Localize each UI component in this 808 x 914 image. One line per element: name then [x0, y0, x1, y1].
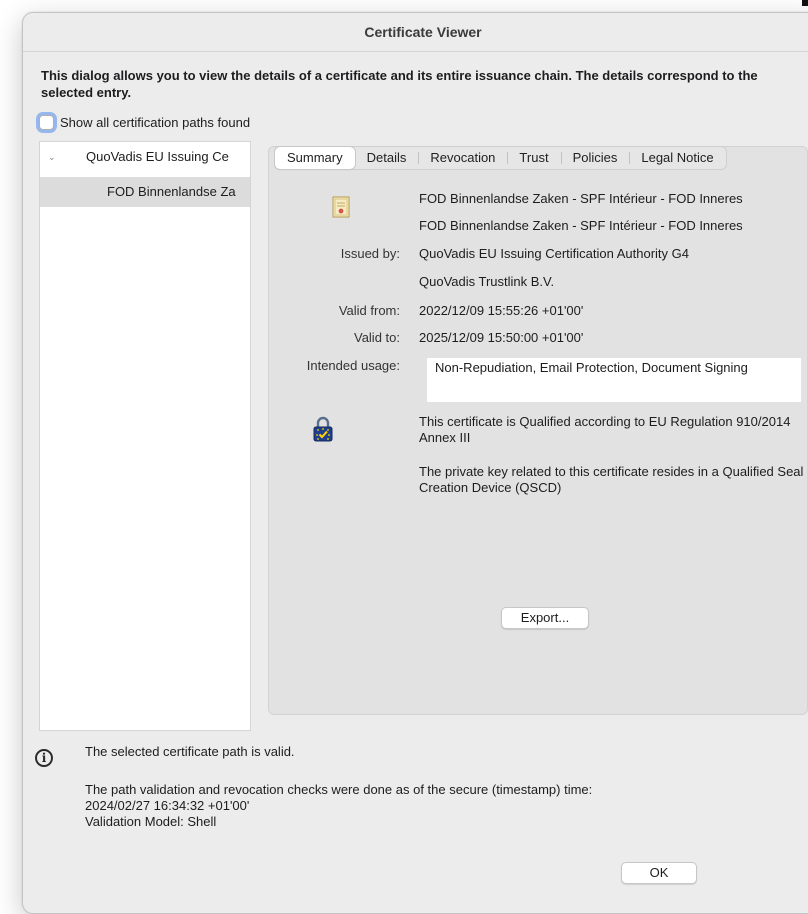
valid-from-label: Valid from:: [338, 303, 400, 318]
issuer-line1: QuoVadis EU Issuing Certification Author…: [419, 246, 689, 261]
validation-checks-text: The path validation and revocation check…: [85, 782, 593, 797]
show-all-paths-row[interactable]: Show all certification paths found: [37, 113, 250, 131]
intro-text: This dialog allows you to view the detai…: [41, 68, 758, 100]
intended-usage-field: Non-Repudiation, Email Protection, Docum…: [427, 358, 801, 402]
tree-item-subject[interactable]: FOD Binnenlandse Za: [40, 177, 250, 207]
valid-from-value: 2022/12/09 15:55:26 +01'00': [419, 303, 584, 318]
info-icon: i: [35, 749, 53, 767]
tree-item-label: QuoVadis EU Issuing Ce: [86, 149, 229, 164]
show-all-paths-checkbox[interactable]: [39, 114, 54, 130]
tab-revocation[interactable]: Revocation: [418, 147, 507, 169]
tab-policies[interactable]: Policies: [560, 147, 630, 169]
export-button[interactable]: Export...: [501, 607, 589, 629]
valid-to-value: 2025/12/09 15:50:00 +01'00': [419, 330, 584, 345]
window-title: Certificate Viewer: [23, 13, 808, 52]
ok-button[interactable]: OK: [621, 862, 697, 884]
tab-trust[interactable]: Trust: [507, 147, 560, 169]
qualified-status-text: This certificate is Qualified according …: [419, 414, 791, 445]
issuer-line2: QuoVadis Trustlink B.V.: [419, 274, 555, 289]
tab-details[interactable]: Details: [355, 147, 419, 169]
path-valid-text: The selected certificate path is valid.: [85, 744, 295, 759]
subject-name-line1: FOD Binnenlandse Zaken - SPF Intérieur -…: [419, 191, 743, 206]
show-all-paths-label: Show all certification paths found: [60, 114, 251, 130]
intended-usage-label: Intended usage:: [306, 358, 400, 373]
tree-item-label: FOD Binnenlandse Za: [107, 184, 236, 199]
corner-mark: [802, 0, 808, 6]
certificate-icon: [332, 196, 350, 218]
chevron-down-icon[interactable]: ⌄: [48, 142, 56, 172]
issued-by-label: Issued by:: [340, 246, 400, 261]
subject-name-line2: FOD Binnenlandse Zaken - SPF Intérieur -…: [419, 218, 743, 233]
eu-qualified-lock-icon: [312, 416, 334, 442]
valid-to-label: Valid to:: [353, 330, 400, 345]
tab-bar: Summary Details Revocation Trust Policie…: [274, 146, 727, 170]
validation-timestamp: 2024/02/27 16:34:32 +01'00': [85, 798, 250, 813]
qscd-status-text: The private key related to this certific…: [419, 464, 804, 495]
validation-model: Validation Model: Shell: [85, 814, 217, 829]
certificate-viewer-dialog: Certificate Viewer This dialog allows yo…: [22, 12, 808, 914]
tab-summary[interactable]: Summary: [275, 147, 355, 169]
tree-item-issuer[interactable]: ⌄ QuoVadis EU Issuing Ce: [40, 142, 250, 172]
tab-legal-notice[interactable]: Legal Notice: [629, 147, 725, 169]
certificate-chain-tree[interactable]: ⌄ QuoVadis EU Issuing Ce FOD Binnenlands…: [39, 141, 251, 731]
